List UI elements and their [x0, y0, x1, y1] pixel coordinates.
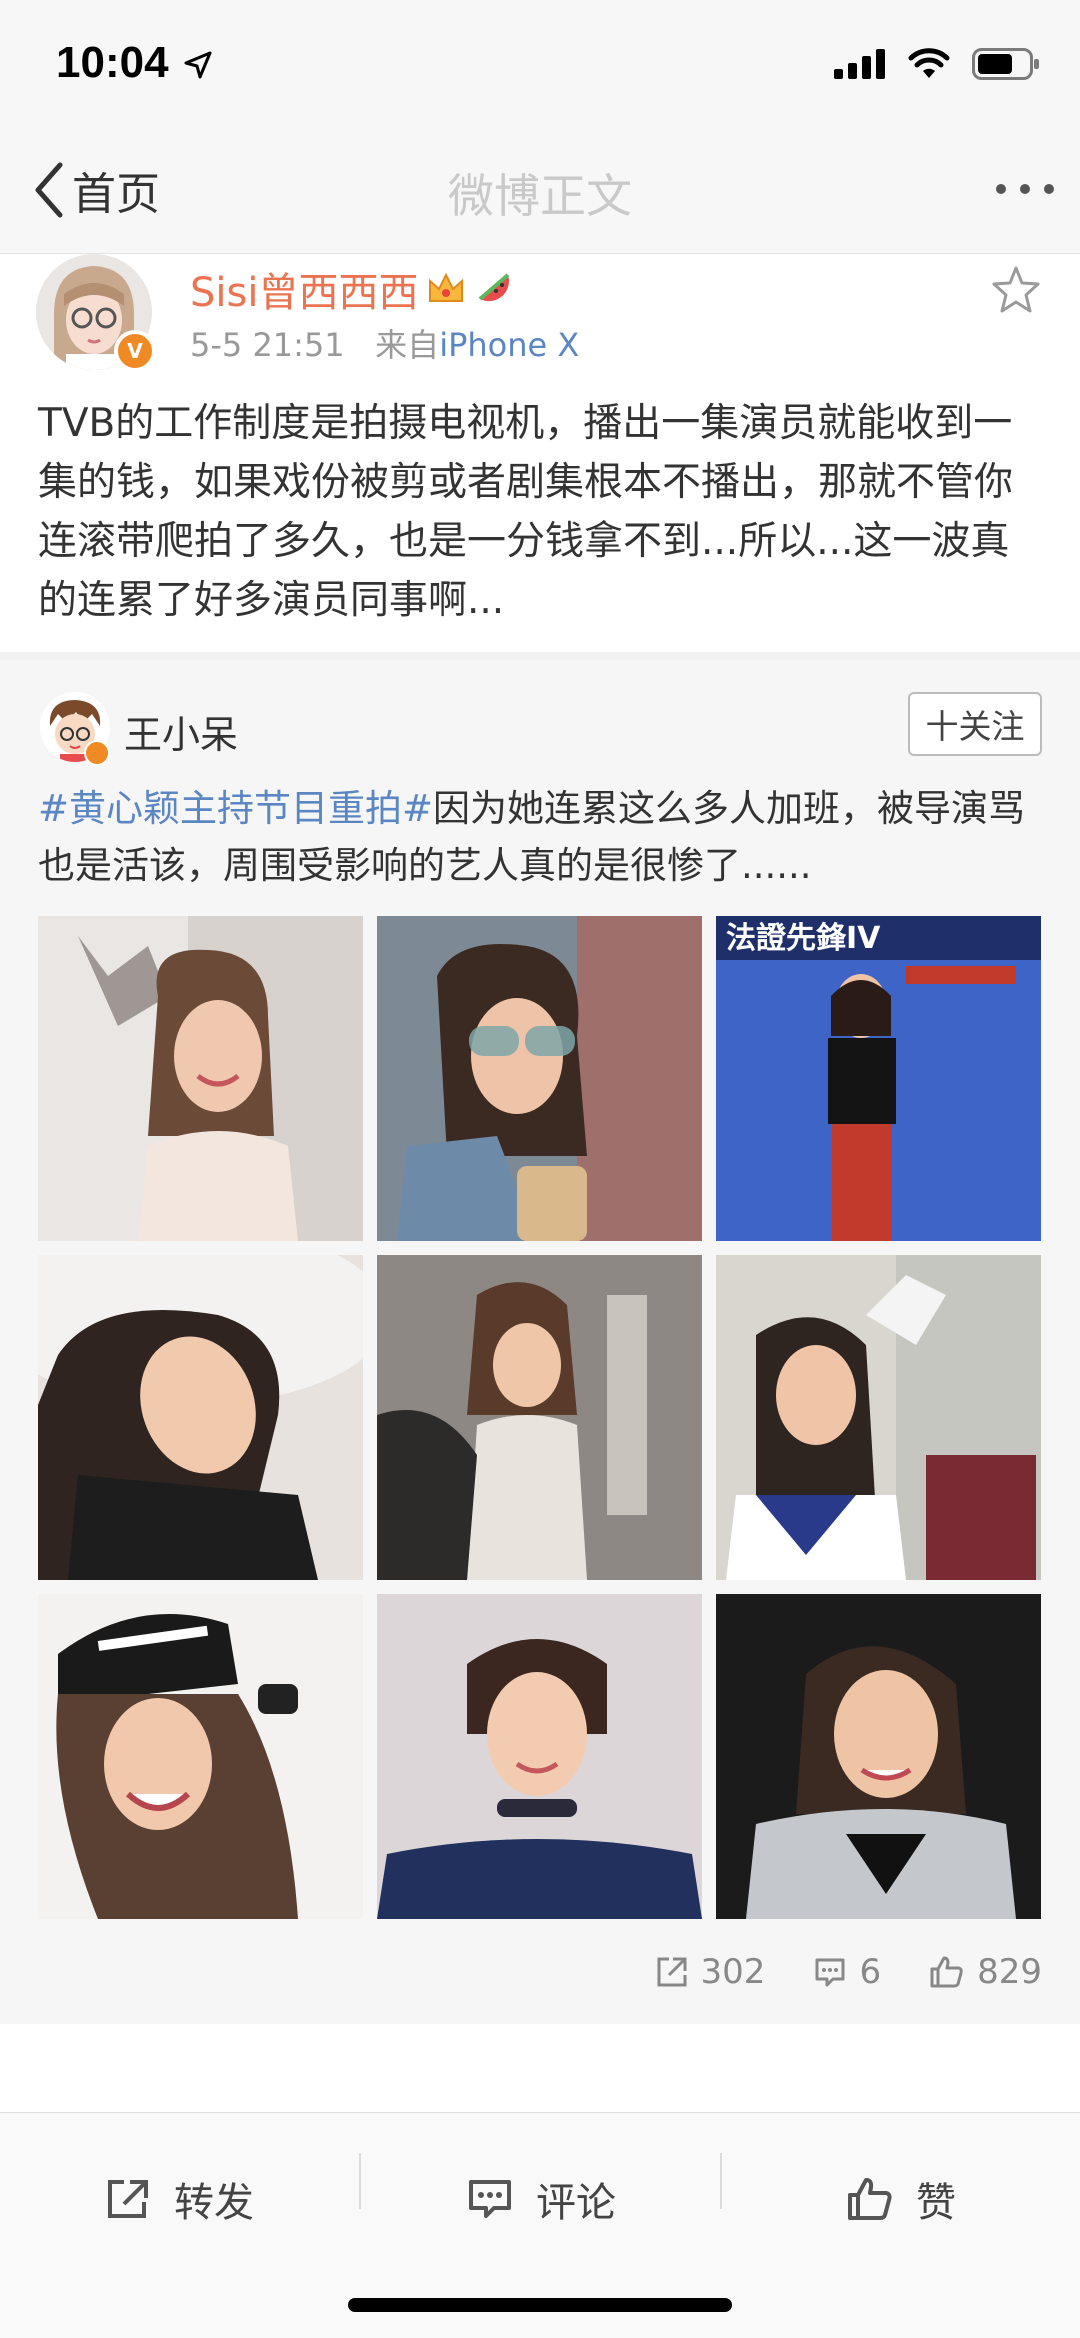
photo-thumbnail[interactable] — [716, 1594, 1041, 1919]
repost-label: 转发 — [174, 2180, 254, 2226]
comment-label: 评论 — [536, 2180, 616, 2226]
toolbar-divider — [359, 2153, 361, 2209]
poster-title: 法證先鋒IV — [726, 921, 881, 956]
photo-grid: 法證先鋒IV — [38, 916, 1042, 1919]
photo-thumbnail[interactable] — [38, 916, 363, 1241]
status-time: 10:04 — [56, 38, 169, 87]
photo-thumbnail[interactable] — [38, 1594, 363, 1919]
comment-button[interactable]: 评论 — [466, 2149, 616, 2249]
photo-thumbnail[interactable] — [716, 1255, 1041, 1580]
repost-stats: 302 6 829 — [655, 1952, 1042, 1992]
hashtag-link[interactable]: #黄心颖主持节目重拍# — [38, 787, 433, 830]
wifi-icon — [908, 48, 950, 78]
photo-thumbnail[interactable] — [377, 916, 702, 1241]
comment-count-button[interactable]: 6 — [813, 1952, 881, 1992]
reposted-weibo[interactable]: 王小呆 十关注 #黄心颖主持节目重拍#因为她连累这么多人加班，被导演骂也是活该，… — [0, 660, 1080, 2024]
like-label: 赞 — [916, 2180, 956, 2226]
source-prefix: 来自 — [375, 326, 440, 364]
dot-icon — [1044, 184, 1054, 194]
repost-body: #黄心颖主持节目重拍#因为她连累这么多人加班，被导演骂也是活该，周围受影响的艺人… — [38, 780, 1048, 894]
photo-thumbnail[interactable] — [38, 1255, 363, 1580]
bottom-toolbar: 转发 评论 赞 — [0, 2112, 1080, 2338]
photo-thumbnail[interactable]: 法證先鋒IV — [716, 916, 1041, 1241]
repost-count: 302 — [700, 1952, 766, 1992]
repost-button[interactable]: 转发 — [104, 2149, 254, 2249]
location-arrow-icon — [184, 51, 212, 79]
status-bar: 10:04 — [0, 0, 1080, 132]
more-options-button[interactable] — [996, 184, 1054, 194]
navigation-bar: 首页 微博正文 — [0, 132, 1080, 254]
battery-icon — [972, 48, 1039, 80]
home-indicator[interactable] — [348, 2298, 732, 2312]
verified-badge-icon — [84, 740, 110, 766]
like-button[interactable]: 赞 — [846, 2149, 956, 2249]
share-icon — [108, 2180, 148, 2218]
comment-icon — [815, 1958, 845, 1987]
share-icon — [657, 1957, 687, 1987]
post-time: 5-5 21:51 — [190, 326, 345, 364]
verified-badge-icon: V — [114, 330, 156, 372]
page-title: 微博正文 — [448, 169, 632, 223]
photo-thumbnail[interactable] — [377, 1594, 702, 1919]
watermelon-badge-icon — [479, 273, 510, 302]
post-source[interactable]: iPhone X — [439, 326, 579, 364]
crown-badge-icon — [429, 272, 464, 302]
weibo-post: V Sisi曾西西西 5-5 21:51 来自iPhone X TVB的工作制度… — [0, 254, 1080, 652]
photo-thumbnail[interactable] — [377, 1255, 702, 1580]
comment-icon — [469, 2180, 511, 2218]
thumbs-up-icon — [930, 1956, 963, 1988]
comment-count: 6 — [859, 1952, 882, 1992]
author-name[interactable]: Sisi曾西西西 — [190, 260, 418, 318]
divider-strip — [0, 2024, 1080, 2112]
like-count: 829 — [977, 1952, 1042, 1992]
dot-icon — [1020, 184, 1030, 194]
cellular-signal-icon — [834, 49, 885, 79]
thumbs-up-icon — [848, 2178, 892, 2220]
repost-count-button[interactable]: 302 — [655, 1952, 766, 1992]
repost-author-name[interactable]: 王小呆 — [124, 704, 238, 759]
post-meta: 5-5 21:51 来自iPhone X — [190, 320, 579, 366]
post-body: TVB的工作制度是拍摄电视机，播出一集演员就能收到一集的钱，如果戏份被剪或者剧集… — [38, 401, 1014, 623]
dot-icon — [996, 184, 1006, 194]
follow-button[interactable]: 十关注 — [908, 692, 1042, 756]
favorite-star-icon[interactable] — [990, 264, 1042, 316]
toolbar-divider — [720, 2153, 722, 2209]
like-count-button[interactable]: 829 — [929, 1952, 1042, 1992]
